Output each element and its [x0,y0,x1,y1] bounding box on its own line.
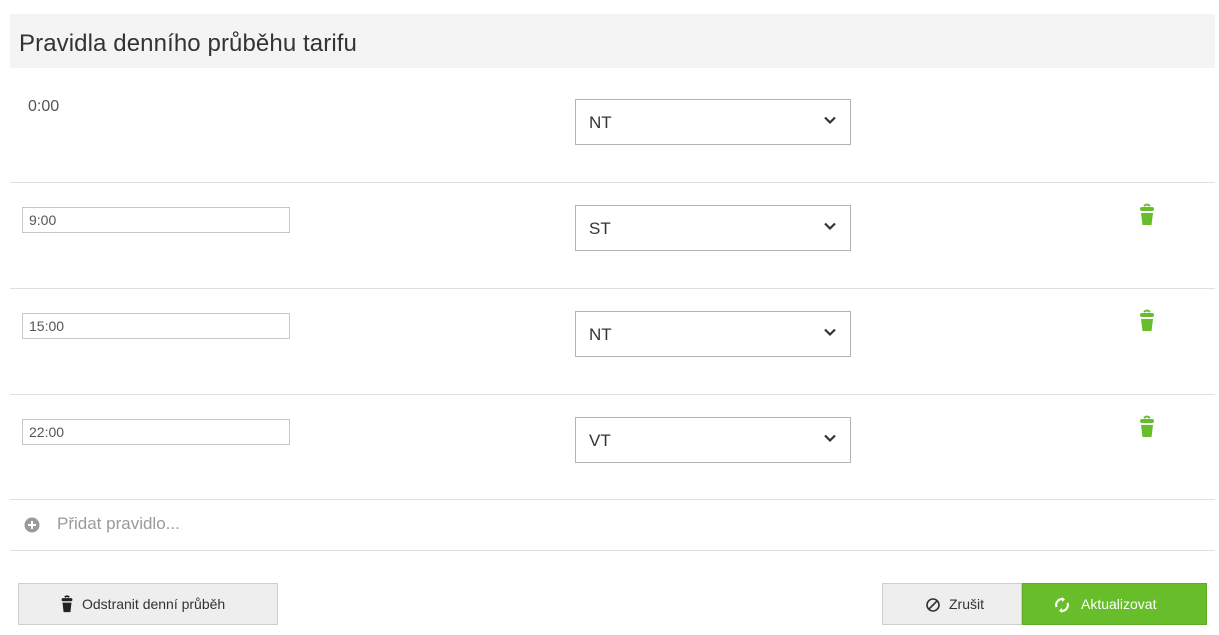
refresh-icon [1055,597,1069,613]
tariff-select[interactable]: VT [575,417,851,463]
chevron-down-icon [824,116,836,125]
tariff-select-value: NT [589,325,612,344]
update-button[interactable]: Aktualizovat [1022,583,1207,625]
remove-button-label: Odstranit denní průběh [82,596,226,612]
rule-row: NT [10,289,1215,395]
rule-time-label: 0:00 [28,98,60,115]
rule-row: VT [10,395,1215,500]
panel-title: Pravidla denního průběhu tarifu [19,30,357,57]
add-rule-row[interactable]: Přidat pravidlo... [10,500,1215,551]
tariff-rules-panel: Pravidla denního průběhu tarifu 0:00 NT … [10,10,1215,630]
chevron-down-icon [824,434,836,443]
chevron-down-icon [824,222,836,231]
tariff-select-value: VT [589,431,611,450]
plus-circle-icon [24,517,40,533]
rule-time-input[interactable] [22,207,290,233]
tariff-select[interactable]: NT [575,99,851,145]
rule-time-input[interactable] [22,419,290,445]
rule-row: ST [10,183,1215,289]
update-button-label: Aktualizovat [1081,596,1157,612]
panel-header: Pravidla denního průběhu tarifu [10,14,1215,68]
add-rule-link[interactable]: Přidat pravidlo... [57,514,180,534]
rule-row: 0:00 NT [10,90,1215,183]
tariff-select[interactable]: ST [575,205,851,251]
cancel-circle-icon [926,598,940,612]
tariff-select-value: NT [589,113,612,132]
rule-time-input[interactable] [22,313,290,339]
trash-icon [61,595,73,613]
cancel-button[interactable]: Zrušit [882,583,1022,625]
remove-daily-profile-button[interactable]: Odstranit denní průběh [18,583,278,625]
tariff-select-value: ST [589,219,611,238]
tariff-select[interactable]: NT [575,311,851,357]
delete-rule-icon[interactable] [1138,415,1156,439]
chevron-down-icon [824,328,836,337]
delete-rule-icon[interactable] [1138,203,1156,227]
delete-rule-icon[interactable] [1138,309,1156,333]
cancel-button-label: Zrušit [949,596,984,612]
